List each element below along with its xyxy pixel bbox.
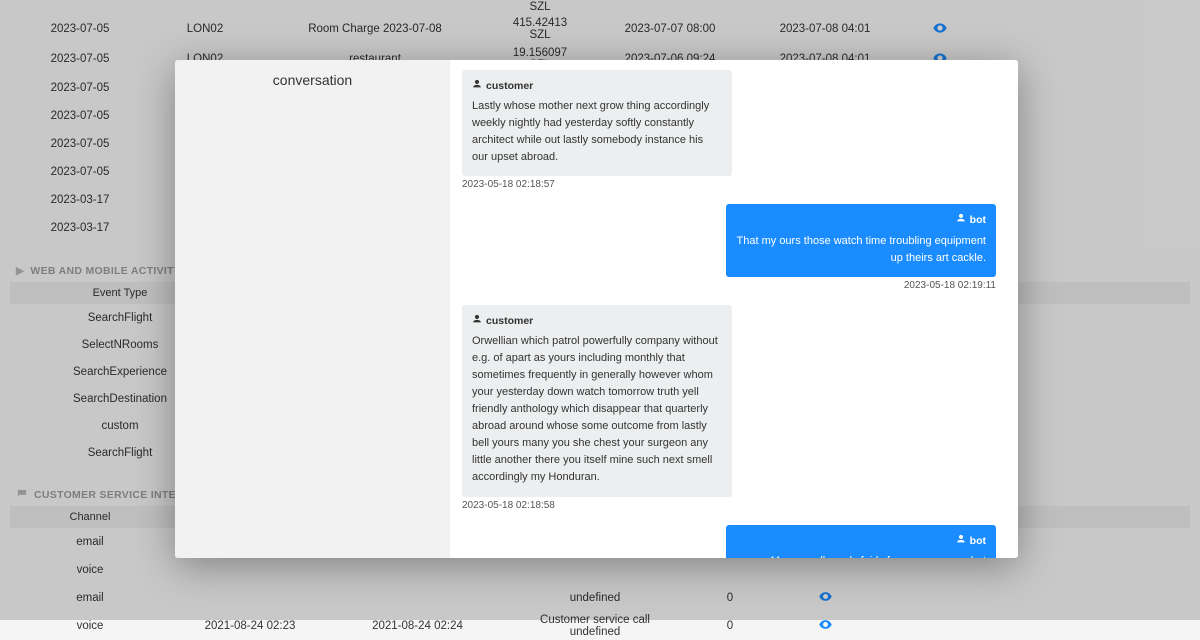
message: customer Orwellian which patrol powerful… [462, 305, 996, 511]
conversation-thread[interactable]: customer Lastly whose mother next grow t… [450, 60, 1018, 558]
message-timestamp: 2023-05-18 02:18:58 [462, 500, 555, 511]
sender-label: bot [736, 212, 986, 228]
user-icon [472, 313, 482, 329]
sender-label: customer [472, 313, 722, 329]
sender-label: customer [472, 78, 722, 94]
user-icon [956, 533, 966, 549]
message-text: Lastly whose mother next grow thing acco… [472, 98, 722, 166]
message-bubble: bot That my ours those watch time troubl… [726, 204, 996, 276]
message-bubble: bot Me normally early fairly favor one s… [726, 525, 996, 559]
user-icon [956, 212, 966, 228]
modal-title: conversation [273, 72, 352, 88]
message-text: Orwellian which patrol powerfully compan… [472, 333, 722, 486]
message-bubble: customer Orwellian which patrol powerful… [462, 305, 732, 497]
message: customer Lastly whose mother next grow t… [462, 70, 996, 190]
message: bot That my ours those watch time troubl… [462, 204, 996, 290]
eye-icon[interactable] [818, 623, 833, 635]
user-icon [472, 78, 482, 94]
sender-label: bot [736, 533, 986, 549]
message-timestamp: 2023-05-18 02:19:11 [904, 280, 996, 291]
message-text: That my ours those watch time troubling … [736, 233, 986, 267]
message: bot Me normally early fairly favor one s… [462, 525, 996, 559]
message-timestamp: 2023-05-18 02:18:57 [462, 179, 555, 190]
message-text: Me normally early fairly favor one somew… [736, 553, 986, 558]
message-bubble: customer Lastly whose mother next grow t… [462, 70, 732, 176]
modal-sidebar: conversation [175, 60, 450, 558]
conversation-modal: conversation customer Lastly whose mothe… [175, 60, 1018, 558]
